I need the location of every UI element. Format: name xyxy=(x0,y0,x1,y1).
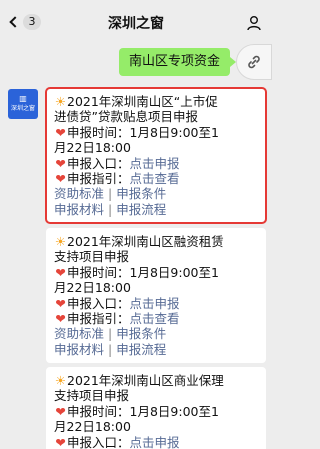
title-text: 2021年深圳南山区商业保理 xyxy=(67,373,224,388)
message-title-line: 支持项目申报 xyxy=(54,249,130,265)
subsidy-standard-link[interactable]: 资助标准 xyxy=(54,326,104,341)
time-label: 申报时间： xyxy=(67,264,130,280)
link-button[interactable] xyxy=(236,44,272,80)
time-line: ❤申报时间：1月8日9:00至1 xyxy=(54,265,258,280)
heart-emoji-icon: ❤ xyxy=(55,171,66,187)
guide-label: 申报指引： xyxy=(67,171,130,187)
chat-title: 深圳之窗 xyxy=(108,16,164,32)
time-value-cont: 月22日18:00 xyxy=(54,140,131,156)
time-line: ❤申报时间：1月8日9:00至1 xyxy=(54,125,258,140)
separator: | xyxy=(108,326,113,342)
entry-label: 申报入口： xyxy=(67,434,130,449)
materials-link[interactable]: 申报材料 xyxy=(54,342,104,357)
materials-link[interactable]: 申报材料 xyxy=(54,202,104,217)
heart-emoji-icon: ❤ xyxy=(55,124,66,140)
heart-emoji-icon: ❤ xyxy=(55,434,66,449)
subsidy-standard-link[interactable]: 资助标准 xyxy=(54,186,104,201)
separator: | xyxy=(108,201,113,217)
message-title-line: ☀2021年深圳南山区“上市促 xyxy=(54,94,258,109)
avatar-label: 深圳之窗 xyxy=(10,105,35,112)
logo-icon: ▥ xyxy=(19,94,27,103)
apply-link[interactable]: 点击申报 xyxy=(130,435,180,449)
heart-emoji-icon: ❤ xyxy=(55,155,66,171)
nav-bar: 3 深圳之窗 xyxy=(0,6,272,40)
separator: | xyxy=(108,341,113,357)
links-row: 申报材料 | 申报流程 xyxy=(54,202,258,217)
outgoing-message-row: 南山区专项资金 xyxy=(118,44,272,80)
view-guide-link[interactable]: 点击查看 xyxy=(130,311,180,326)
conditions-link[interactable]: 申报条件 xyxy=(116,186,166,201)
time-value-cont: 月22日18:00 xyxy=(54,419,131,435)
time-value: 1月8日9:00至1 xyxy=(129,264,219,280)
heart-emoji-icon: ❤ xyxy=(55,403,66,419)
guide-label: 申报指引： xyxy=(67,311,130,327)
message-title-line: ☀2021年深圳南山区融资租赁 xyxy=(54,234,258,249)
outgoing-message-bubble[interactable]: 南山区专项资金 xyxy=(118,48,237,76)
time-line: ❤申报时间：1月8日9:00至1 xyxy=(54,404,258,419)
entry-line: ❤申报入口：点击申报 xyxy=(54,296,258,311)
conditions-link[interactable]: 申报条件 xyxy=(116,326,166,341)
time-label: 申报时间： xyxy=(67,403,130,419)
message-title-line: 进债贷”贷款贴息项目申报 xyxy=(54,109,198,125)
link-icon xyxy=(248,55,260,69)
heart-emoji-icon: ❤ xyxy=(55,264,66,280)
user-icon[interactable] xyxy=(246,15,262,31)
incoming-message-bubble-3[interactable]: ☀2021年深圳南山区商业保理 支持项目申报 ❤申报时间：1月8日9:00至1 … xyxy=(46,367,266,449)
entry-line: ❤申报入口：点击申报 xyxy=(54,435,258,449)
incoming-message-bubble-2[interactable]: ☀2021年深圳南山区融资租赁 支持项目申报 ❤申报时间：1月8日9:00至1 … xyxy=(46,228,266,364)
links-row: 资助标准 | 申报条件 xyxy=(54,326,258,341)
links-row: 申报材料 | 申报流程 xyxy=(54,342,258,357)
guide-line: ❤申报指引：点击查看 xyxy=(54,311,258,326)
chevron-left-icon xyxy=(9,16,21,28)
back-button[interactable]: 3 xyxy=(8,14,41,30)
heart-emoji-icon: ❤ xyxy=(55,295,66,311)
apply-link[interactable]: 点击申报 xyxy=(130,156,180,171)
message-title-line: ☀2021年深圳南山区商业保理 xyxy=(54,373,258,388)
time-value-cont: 月22日18:00 xyxy=(54,280,131,296)
sender-avatar[interactable]: ▥ 深圳之窗 xyxy=(8,89,38,119)
unread-count-badge: 3 xyxy=(23,14,41,30)
apply-link[interactable]: 点击申报 xyxy=(130,296,180,311)
guide-line: ❤申报指引：点击查看 xyxy=(54,171,258,186)
process-link[interactable]: 申报流程 xyxy=(116,342,166,357)
message-title-line: 支持项目申报 xyxy=(54,388,130,404)
links-row: 资助标准 | 申报条件 xyxy=(54,186,258,201)
time-value: 1月8日9:00至1 xyxy=(129,124,219,140)
entry-label: 申报入口： xyxy=(67,155,130,171)
separator: | xyxy=(108,186,113,202)
incoming-message-bubble-1[interactable]: ☀2021年深圳南山区“上市促 进债贷”贷款贴息项目申报 ❤申报时间：1月8日9… xyxy=(45,86,267,225)
view-guide-link[interactable]: 点击查看 xyxy=(130,171,180,186)
heart-emoji-icon: ❤ xyxy=(55,311,66,327)
time-label: 申报时间： xyxy=(67,124,130,140)
entry-label: 申报入口： xyxy=(67,295,130,311)
sun-emoji-icon: ☀ xyxy=(54,94,67,109)
sun-emoji-icon: ☀ xyxy=(54,234,67,249)
title-text: 2021年深圳南山区“上市促 xyxy=(67,94,218,109)
sun-emoji-icon: ☀ xyxy=(54,373,67,388)
entry-line: ❤申报入口：点击申报 xyxy=(54,156,258,171)
time-value: 1月8日9:00至1 xyxy=(129,403,219,419)
process-link[interactable]: 申报流程 xyxy=(116,202,166,217)
title-text: 2021年深圳南山区融资租赁 xyxy=(67,234,224,249)
